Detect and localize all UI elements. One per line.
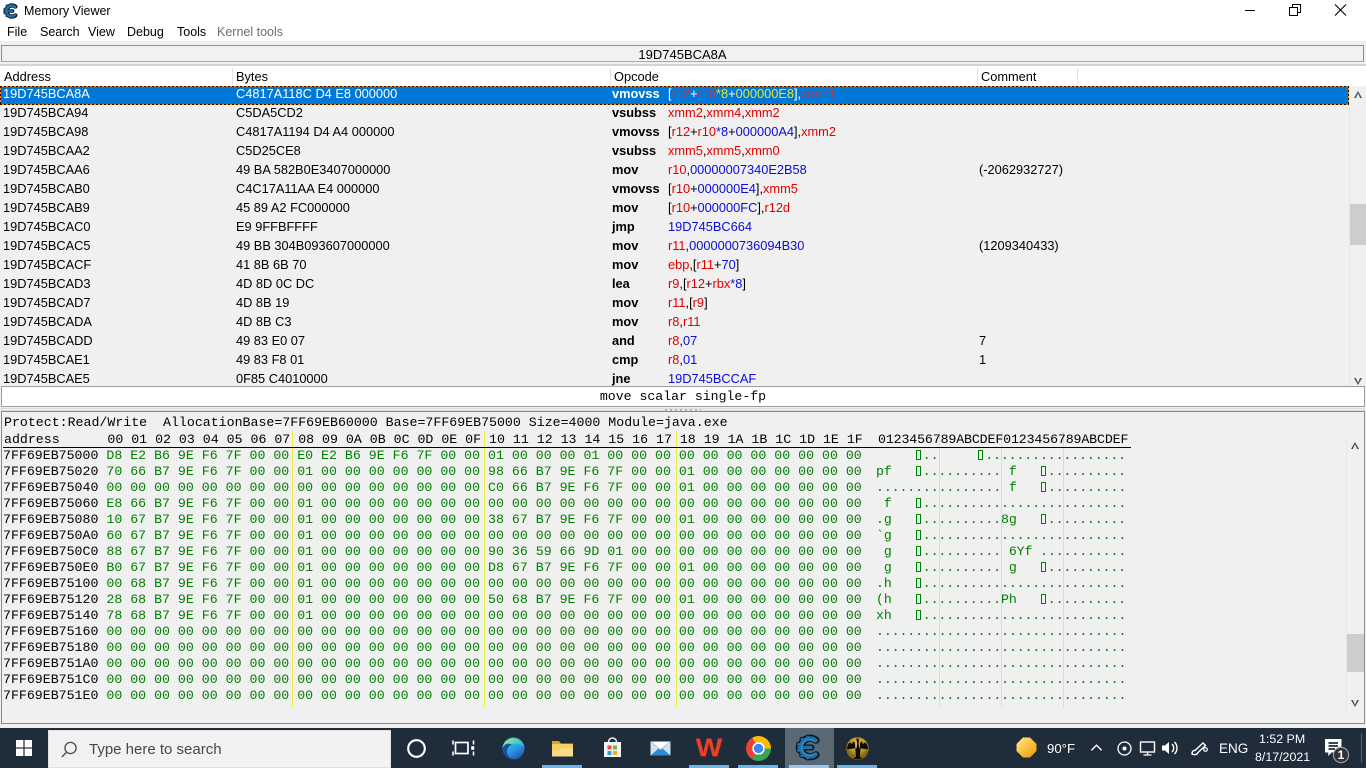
svg-text:1: 1 (1338, 748, 1345, 762)
